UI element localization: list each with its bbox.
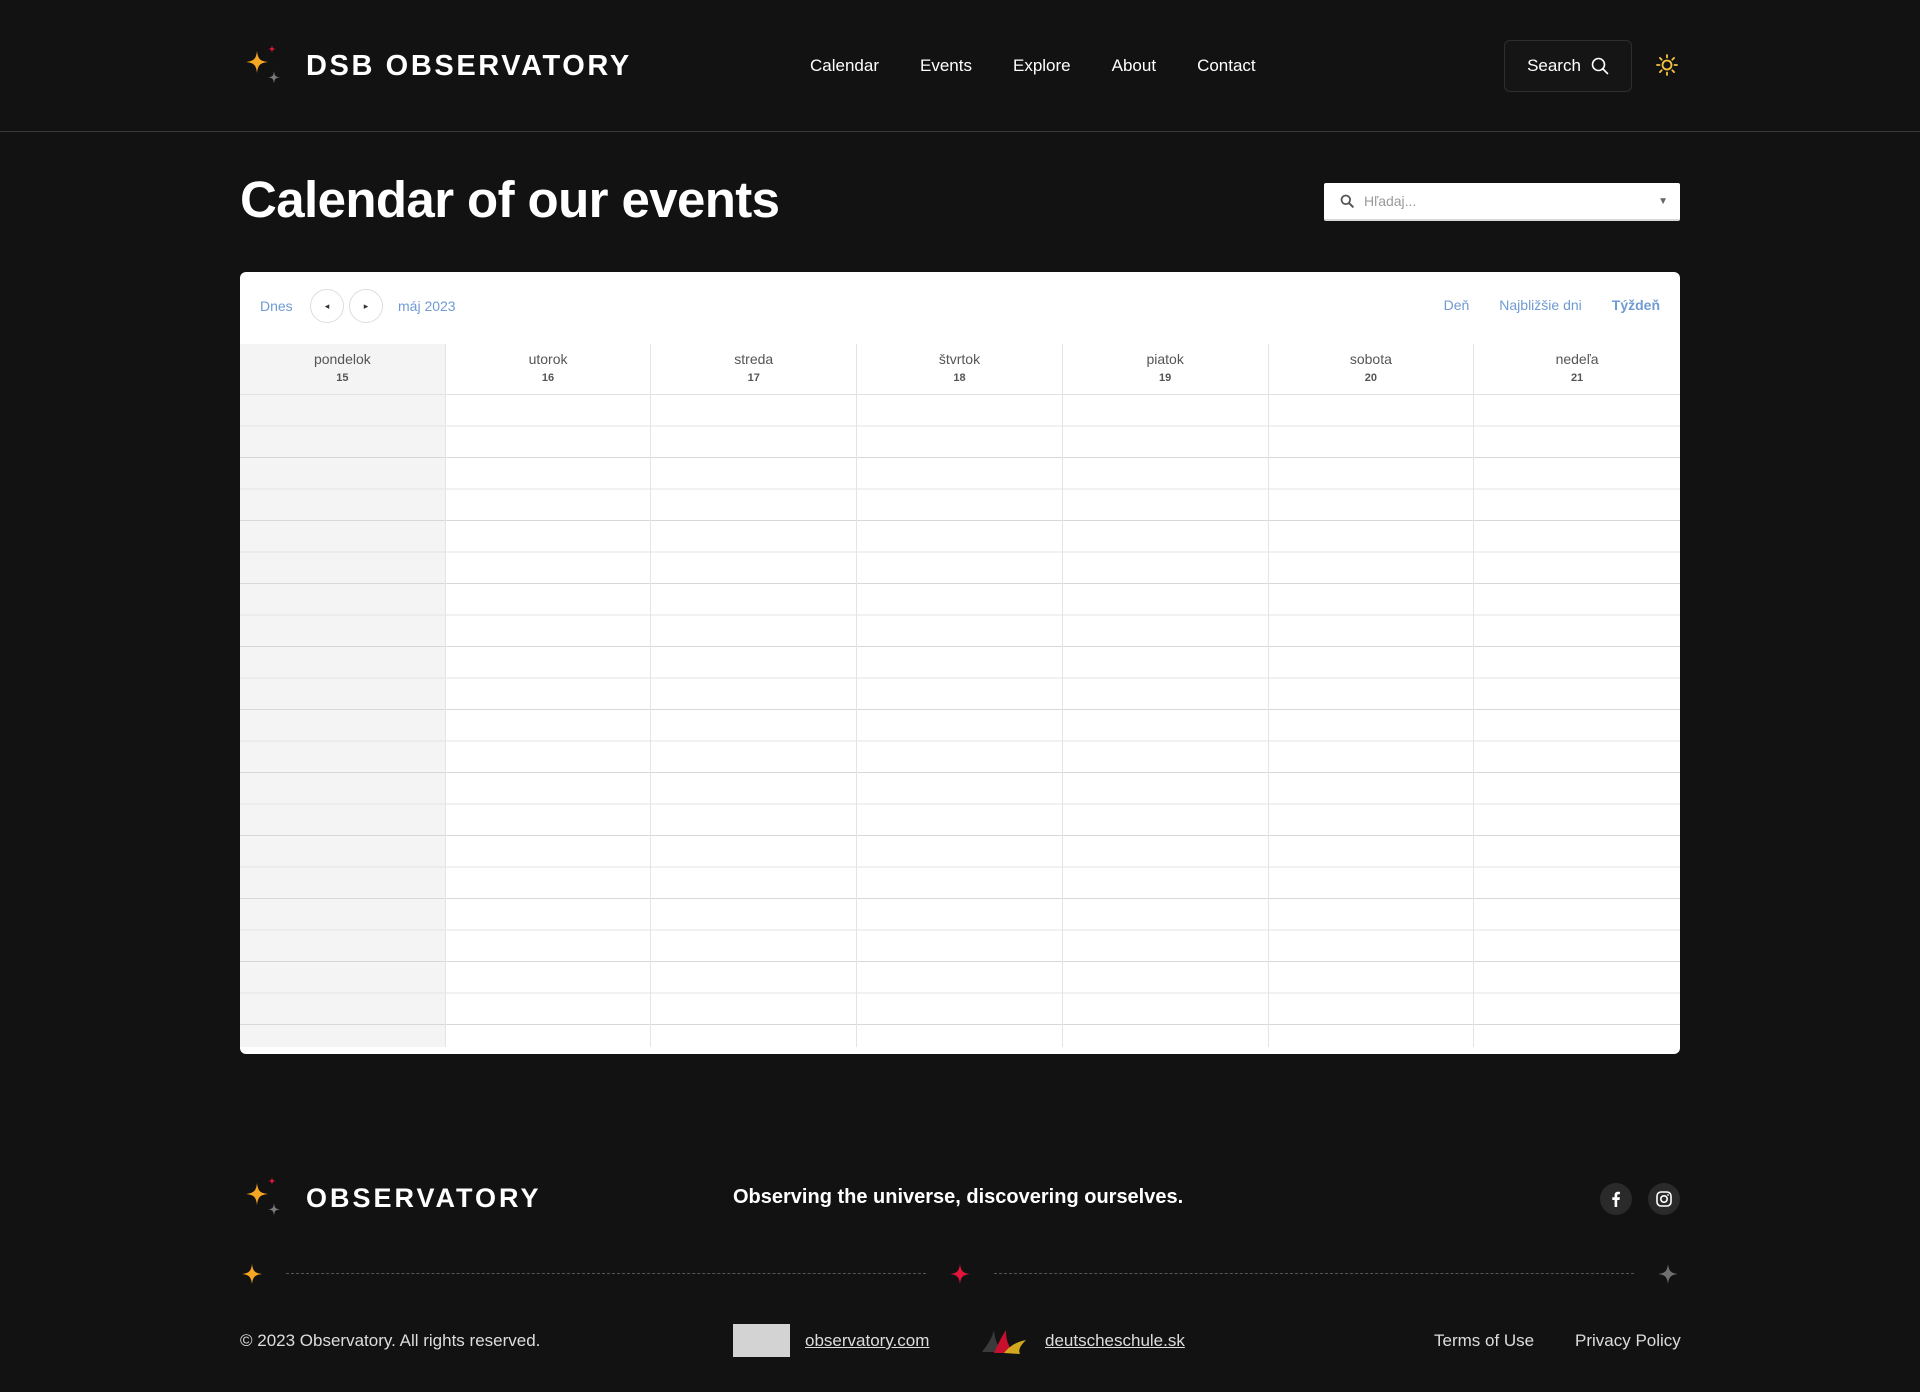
day-header: piatok 19: [1062, 344, 1268, 395]
next-week-button[interactable]: ▸: [349, 289, 383, 323]
day-column[interactable]: utorok 16: [445, 344, 652, 1047]
day-column[interactable]: štvrtok 18: [857, 344, 1063, 1047]
dashed-line: [286, 1273, 926, 1274]
calendar-toolbar: Dnes ◂ ▸ máj 2023 Deň Najbližšie dni Týž…: [240, 272, 1680, 344]
time-slots[interactable]: [240, 395, 445, 1047]
day-number: 17: [747, 372, 760, 384]
search-button-label: Search: [1527, 56, 1581, 75]
star-icon: [1658, 1264, 1678, 1284]
day-number: 15: [336, 372, 349, 384]
view-switcher: Deň Najbližšie dni Týždeň: [1414, 297, 1660, 313]
time-slots[interactable]: [1062, 395, 1268, 1047]
facebook-link[interactable]: [1600, 1183, 1632, 1215]
time-slots[interactable]: [651, 395, 857, 1047]
nav-events[interactable]: Events: [920, 52, 972, 80]
day-number: 16: [541, 372, 555, 384]
instagram-icon: [1656, 1191, 1672, 1207]
day-header: nedeľa 21: [1474, 344, 1680, 395]
site-header: DSB OBSERVATORY Calendar Events Explore …: [0, 0, 1920, 132]
day-header: sobota 20: [1268, 344, 1474, 395]
prev-week-button[interactable]: ◂: [310, 289, 344, 323]
day-name: pondelok: [313, 351, 371, 367]
dashed-line: [994, 1273, 1634, 1274]
view-week-button[interactable]: Týždeň: [1612, 297, 1660, 313]
privacy-link[interactable]: Privacy Policy: [1575, 1331, 1681, 1351]
time-slots[interactable]: [445, 395, 651, 1047]
day-number: 19: [1159, 372, 1172, 384]
calendar-widget: Dnes ◂ ▸ máj 2023 Deň Najbližšie dni Týž…: [240, 272, 1680, 1054]
school-logo-icon: [982, 1330, 1026, 1354]
nav-explore[interactable]: Explore: [1013, 52, 1071, 80]
search-button[interactable]: Search: [1504, 40, 1632, 92]
brand-name: DSB OBSERVATORY: [306, 49, 632, 82]
day-name: sobota: [1349, 351, 1392, 367]
calendar-search[interactable]: ▼: [1324, 183, 1680, 221]
day-column[interactable]: pondelok 15: [240, 344, 446, 1047]
day-number: 20: [1364, 372, 1377, 384]
partner-link-observatory[interactable]: observatory.com: [805, 1331, 929, 1351]
dropdown-caret-icon[interactable]: ▼: [1658, 196, 1668, 207]
calendar-search-input[interactable]: [1362, 192, 1659, 210]
day-header: streda 17: [651, 344, 857, 395]
day-column[interactable]: nedeľa 21: [1474, 344, 1680, 1047]
time-slots[interactable]: [1474, 395, 1680, 1047]
nav-calendar[interactable]: Calendar: [810, 52, 879, 80]
terms-link[interactable]: Terms of Use: [1434, 1331, 1534, 1351]
day-column[interactable]: piatok 19: [1062, 344, 1269, 1047]
footer-brand-logo[interactable]: OBSERVATORY: [240, 1176, 542, 1220]
today-button[interactable]: Dnes: [260, 298, 293, 314]
day-header: pondelok 15: [240, 344, 445, 395]
day-name: nedeľa: [1555, 351, 1599, 367]
brand-logo[interactable]: DSB OBSERVATORY: [240, 44, 632, 88]
nav-about[interactable]: About: [1112, 52, 1156, 80]
facebook-icon: [1612, 1191, 1620, 1207]
day-header: štvrtok 18: [857, 344, 1062, 395]
copyright-text: © 2023 Observatory. All rights reserved.: [240, 1331, 541, 1350]
time-slots[interactable]: [857, 395, 1062, 1047]
time-slots[interactable]: [1268, 395, 1474, 1047]
day-header: utorok 16: [445, 344, 651, 395]
day-name: štvrtok: [938, 351, 981, 367]
instagram-link[interactable]: [1648, 1183, 1680, 1215]
sun-icon[interactable]: [1656, 54, 1678, 76]
page-title: Calendar of our events: [240, 171, 780, 228]
view-day-button[interactable]: Deň: [1444, 297, 1470, 313]
footer-brand-name: OBSERVATORY: [306, 1182, 542, 1213]
footer-divider: [240, 1262, 1680, 1286]
day-column[interactable]: streda 17: [651, 344, 858, 1047]
day-number: 18: [953, 372, 966, 384]
day-name: utorok: [528, 351, 568, 367]
search-icon: [1340, 194, 1354, 208]
nav-contact[interactable]: Contact: [1197, 52, 1256, 80]
main-nav: Calendar Events Explore About Contact: [810, 52, 1297, 80]
day-name: streda: [734, 351, 774, 367]
day-number: 21: [1570, 372, 1584, 384]
current-month-label: máj 2023: [398, 298, 456, 314]
day-column[interactable]: sobota 20: [1268, 344, 1475, 1047]
star-icon: [950, 1264, 970, 1284]
partner-logo-placeholder: [733, 1324, 790, 1357]
star-logo-icon: [246, 45, 280, 84]
star-icon: [242, 1264, 262, 1284]
day-name: piatok: [1146, 351, 1184, 367]
star-logo-icon: [246, 1177, 280, 1216]
search-icon: [1591, 57, 1609, 75]
view-upcoming-button[interactable]: Najbližšie dni: [1499, 297, 1581, 313]
footer-tagline: Observing the universe, discovering ours…: [733, 1186, 1184, 1208]
partner-link-deutscheschule[interactable]: deutscheschule.sk: [1045, 1331, 1185, 1351]
week-grid: pondelok 15 utorok 16 streda 17 štvrtok …: [240, 344, 1680, 1047]
